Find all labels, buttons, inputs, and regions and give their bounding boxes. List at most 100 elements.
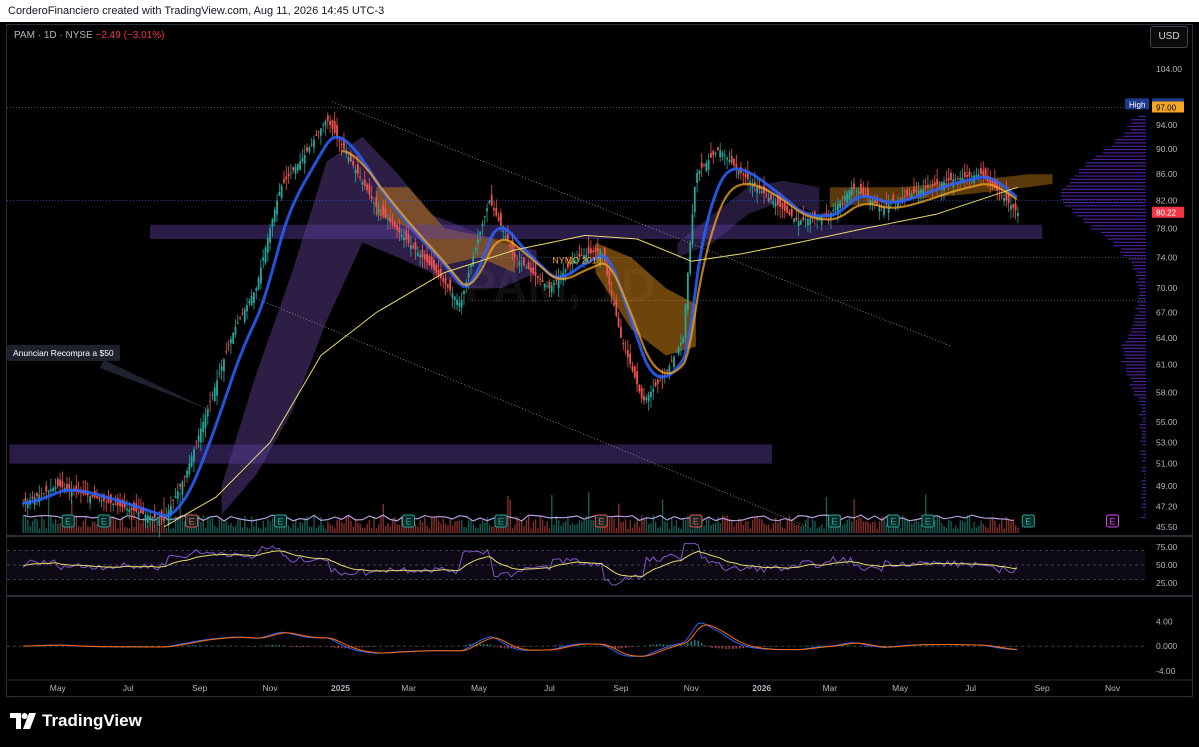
- candle-body[interactable]: [765, 194, 768, 196]
- candle-body[interactable]: [527, 262, 530, 270]
- candle-body[interactable]: [243, 309, 246, 322]
- candle-body[interactable]: [324, 120, 327, 126]
- candle-body[interactable]: [24, 498, 27, 502]
- candle-body[interactable]: [834, 207, 837, 210]
- candle-body[interactable]: [832, 209, 835, 212]
- candle-body[interactable]: [232, 332, 235, 344]
- candle-body[interactable]: [273, 209, 276, 223]
- candle-body[interactable]: [266, 237, 269, 253]
- candle-body[interactable]: [963, 171, 966, 178]
- candle-body[interactable]: [315, 134, 318, 136]
- candle-body[interactable]: [509, 244, 512, 247]
- candle-body[interactable]: [303, 155, 306, 164]
- candle-body[interactable]: [797, 220, 800, 226]
- candle-body[interactable]: [680, 342, 682, 346]
- candle-body[interactable]: [202, 421, 205, 433]
- candle-body[interactable]: [352, 161, 355, 166]
- currency-button[interactable]: USD: [1150, 26, 1188, 48]
- candle-body[interactable]: [536, 276, 539, 278]
- candle-body[interactable]: [375, 196, 378, 208]
- candle-body[interactable]: [848, 190, 851, 200]
- candle-body[interactable]: [788, 211, 791, 215]
- candle-body[interactable]: [306, 147, 308, 152]
- candle-body[interactable]: [479, 231, 482, 235]
- candle-body[interactable]: [550, 285, 553, 292]
- candle-body[interactable]: [40, 493, 43, 495]
- candle-body[interactable]: [846, 192, 849, 203]
- candle-body[interactable]: [587, 246, 590, 254]
- candle-body[interactable]: [52, 488, 55, 492]
- symbol-legend[interactable]: PAM · 1D · NYSE −2.49 (−3.01%): [14, 30, 164, 41]
- candle-body[interactable]: [384, 207, 387, 218]
- candle-body[interactable]: [675, 351, 678, 353]
- candle-body[interactable]: [474, 247, 477, 250]
- candle-body[interactable]: [250, 296, 253, 306]
- candle-body[interactable]: [737, 170, 740, 175]
- candle-body[interactable]: [373, 203, 375, 204]
- candle-body[interactable]: [331, 120, 334, 129]
- candle-body[interactable]: [391, 219, 394, 225]
- candle-body[interactable]: [289, 173, 292, 175]
- candle-body[interactable]: [795, 217, 798, 221]
- candle-body[interactable]: [61, 481, 64, 488]
- candle-body[interactable]: [959, 178, 962, 181]
- candle-body[interactable]: [707, 160, 710, 170]
- candle-body[interactable]: [513, 253, 516, 258]
- candle-body[interactable]: [716, 147, 719, 151]
- candle-body[interactable]: [213, 387, 216, 402]
- candle-body[interactable]: [636, 371, 638, 385]
- candle-body[interactable]: [594, 248, 597, 252]
- candle-body[interactable]: [195, 441, 198, 443]
- candle-body[interactable]: [929, 186, 932, 188]
- candle-body[interactable]: [225, 351, 228, 353]
- candle-body[interactable]: [696, 172, 698, 183]
- candle-body[interactable]: [296, 164, 299, 171]
- candle-body[interactable]: [633, 366, 636, 378]
- candle-body[interactable]: [950, 172, 952, 180]
- candle-body[interactable]: [790, 209, 793, 217]
- candle-body[interactable]: [982, 170, 985, 177]
- candle-body[interactable]: [317, 131, 320, 133]
- candle-body[interactable]: [541, 280, 544, 282]
- candle-body[interactable]: [774, 203, 777, 207]
- candle-body[interactable]: [719, 150, 722, 158]
- candle-body[interactable]: [403, 237, 405, 241]
- candle-body[interactable]: [735, 163, 738, 168]
- candle-body[interactable]: [920, 189, 922, 194]
- candle-body[interactable]: [193, 449, 195, 462]
- candle-body[interactable]: [645, 397, 648, 400]
- candle-body[interactable]: [626, 350, 629, 358]
- candle-body[interactable]: [1000, 195, 1003, 197]
- candle-body[interactable]: [167, 510, 170, 524]
- candle-body[interactable]: [59, 479, 61, 487]
- candle-body[interactable]: [1003, 197, 1005, 202]
- candle-body[interactable]: [804, 219, 807, 221]
- candle-body[interactable]: [278, 191, 281, 196]
- candle-body[interactable]: [693, 187, 696, 213]
- candle-body[interactable]: [1017, 212, 1019, 216]
- candle-body[interactable]: [553, 282, 555, 285]
- candle-body[interactable]: [631, 366, 634, 371]
- candle-body[interactable]: [970, 175, 973, 177]
- candle-body[interactable]: [172, 499, 175, 501]
- candle-body[interactable]: [892, 194, 895, 202]
- candle-body[interactable]: [742, 173, 745, 176]
- candle-body[interactable]: [809, 218, 812, 225]
- lower-channel[interactable]: [250, 295, 809, 528]
- candle-body[interactable]: [481, 223, 484, 226]
- candle-body[interactable]: [405, 230, 408, 241]
- candle-body[interactable]: [412, 245, 415, 248]
- candle-body[interactable]: [495, 207, 498, 216]
- candle-body[interactable]: [308, 147, 311, 152]
- candle-body[interactable]: [839, 201, 842, 209]
- candle-body[interactable]: [472, 256, 475, 267]
- candle-body[interactable]: [442, 278, 445, 282]
- candle-body[interactable]: [248, 300, 251, 304]
- candle-body[interactable]: [980, 168, 982, 175]
- candle-body[interactable]: [437, 270, 440, 276]
- candle-body[interactable]: [126, 508, 128, 511]
- candle-body[interactable]: [924, 186, 927, 189]
- candle-body[interactable]: [936, 179, 939, 185]
- candle-body[interactable]: [698, 170, 701, 175]
- candle-body[interactable]: [259, 267, 262, 284]
